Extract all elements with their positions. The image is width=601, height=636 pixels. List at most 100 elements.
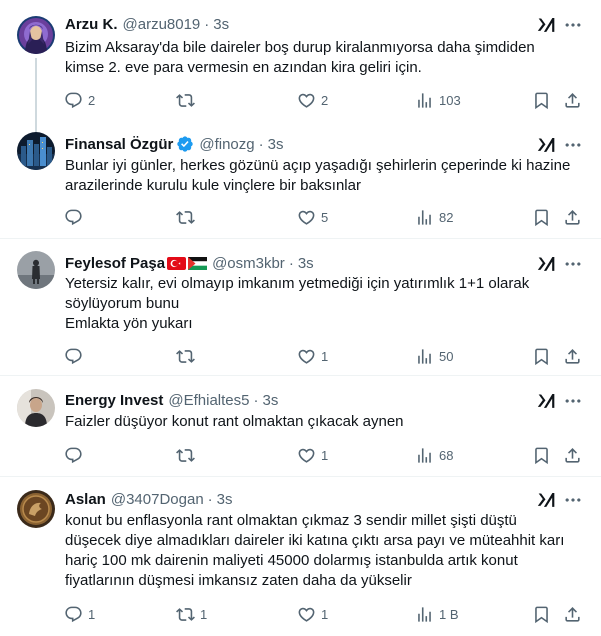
reply-button[interactable]: 2 — [64, 90, 95, 110]
bookmark-button[interactable] — [532, 207, 551, 227]
heart-icon — [297, 347, 316, 366]
reply-icon — [64, 208, 83, 227]
views-button[interactable]: 1 B — [415, 604, 459, 624]
foggy-figure-avatar[interactable] — [17, 251, 55, 289]
person-portrait-avatar[interactable] — [17, 389, 55, 427]
grok-icon[interactable] — [536, 15, 556, 35]
tweet[interactable]: Energy Invest @Efhialtes5 · 3s Faizler d… — [0, 376, 601, 477]
tweet-text: Bizim Aksaray'da bile daireler boş durup… — [65, 38, 585, 78]
views-button[interactable]: 68 — [415, 445, 453, 465]
view-count: 68 — [439, 447, 454, 463]
like-button[interactable]: 1 — [297, 604, 328, 624]
retweet-icon — [176, 208, 195, 227]
tweet-text: Yetersiz kalır, evi olmayıp imkanım yetm… — [65, 274, 585, 334]
tweet[interactable]: Finansal Özgür @finozg · 3s Bunlar iyi g… — [0, 122, 601, 239]
grok-icon[interactable] — [536, 254, 556, 274]
tweet-actions: 1 68 — [64, 445, 584, 465]
timestamp[interactable]: 3s — [213, 16, 229, 33]
like-count: 1 — [321, 606, 329, 622]
author-name[interactable]: Feylesof Paşa — [65, 255, 165, 272]
more-options-icon[interactable] — [563, 135, 583, 155]
author-handle[interactable]: @finozg — [199, 136, 254, 153]
retweet-icon — [176, 605, 195, 624]
mystic-woman-avatar[interactable] — [17, 16, 55, 54]
views-chart-icon — [415, 208, 434, 227]
share-button[interactable] — [563, 445, 582, 465]
tweet-text-line: arazilerinde kurulu kule vinçlere bir ba… — [65, 177, 361, 194]
tweet-text: Faizler düşüyor konut rant olmaktan çıka… — [65, 412, 585, 432]
separator-dot: · — [258, 135, 264, 153]
retweet-button[interactable] — [176, 207, 200, 227]
tweet[interactable]: Aslan @3407Dogan · 3s konut bu enflasyon… — [0, 477, 601, 636]
coin-emblem-avatar[interactable] — [17, 490, 55, 528]
views-button[interactable]: 50 — [415, 346, 453, 366]
tweet-actions: 2 2 103 — [64, 90, 584, 110]
more-options-icon[interactable] — [563, 391, 583, 411]
reply-button[interactable] — [64, 445, 88, 465]
author-name[interactable]: Arzu K. — [65, 16, 118, 33]
share-button[interactable] — [563, 346, 582, 366]
retweet-button[interactable] — [176, 346, 200, 366]
bookmark-button[interactable] — [532, 346, 551, 366]
author-name[interactable]: Aslan — [65, 491, 106, 508]
retweet-button[interactable] — [176, 445, 200, 465]
timestamp[interactable]: 3s — [268, 136, 284, 153]
author-handle[interactable]: @3407Dogan — [111, 491, 204, 508]
tweet-actions: 1 1 1 1 B — [64, 604, 584, 624]
city-night-avatar[interactable] — [17, 132, 55, 170]
tweet-text-line: hariç 100 mk dairenin maliyeti 45000 dol… — [65, 552, 518, 569]
timestamp[interactable]: 3s — [262, 392, 278, 409]
more-options-icon[interactable] — [563, 254, 583, 274]
tweet-text: konut bu enflasyonla rant olmaktan çıkma… — [65, 511, 585, 591]
tweet-text-line: söylüyorum bunu — [65, 295, 180, 312]
views-button[interactable]: 82 — [415, 207, 453, 227]
share-icon — [563, 446, 582, 465]
retweet-button[interactable] — [176, 90, 200, 110]
tweet[interactable]: Feylesof Paşa @osm3kbr · 3s Yetersiz kal… — [0, 239, 601, 376]
verified-badge-icon — [176, 135, 194, 153]
tweet-text-line: Bunlar iyi günler, herkes gözünü açıp ya… — [65, 157, 571, 174]
retweet-icon — [176, 91, 195, 110]
like-count: 1 — [321, 447, 329, 463]
grok-icon[interactable] — [536, 490, 556, 510]
bookmark-button[interactable] — [532, 445, 551, 465]
retweet-count: 1 — [200, 606, 208, 622]
grok-icon[interactable] — [536, 135, 556, 155]
share-button[interactable] — [563, 604, 582, 624]
author-name[interactable]: Finansal Özgür — [65, 136, 173, 153]
bookmark-button[interactable] — [532, 604, 551, 624]
views-chart-icon — [415, 605, 434, 624]
grok-icon[interactable] — [536, 391, 556, 411]
author-handle[interactable]: @arzu8019 — [123, 16, 201, 33]
like-button[interactable]: 1 — [297, 445, 328, 465]
retweet-button[interactable]: 1 — [176, 604, 207, 624]
tweet-text-line: Bizim Aksaray'da bile daireler boş durup… — [65, 39, 535, 56]
tweet-text: Bunlar iyi günler, herkes gözünü açıp ya… — [65, 156, 585, 196]
share-button[interactable] — [563, 90, 582, 110]
author-handle[interactable]: @Efhialtes5 — [168, 392, 249, 409]
reply-button[interactable]: 1 — [64, 604, 95, 624]
bookmark-icon — [532, 91, 551, 110]
like-button[interactable]: 1 — [297, 346, 328, 366]
reply-button[interactable] — [64, 207, 88, 227]
like-button[interactable]: 2 — [297, 90, 328, 110]
like-count: 1 — [321, 348, 329, 364]
reply-button[interactable] — [64, 346, 88, 366]
like-button[interactable]: 5 — [297, 207, 328, 227]
like-count: 2 — [321, 92, 329, 108]
views-button[interactable]: 103 — [415, 90, 461, 110]
timestamp[interactable]: 3s — [298, 255, 314, 272]
tweet-header: Finansal Özgür @finozg · 3s — [65, 134, 283, 154]
author-name[interactable]: Energy Invest — [65, 392, 163, 409]
bookmark-button[interactable] — [532, 90, 551, 110]
share-icon — [563, 347, 582, 366]
reply-count: 1 — [88, 606, 96, 622]
timestamp[interactable]: 3s — [217, 491, 233, 508]
more-options-icon[interactable] — [563, 15, 583, 35]
reply-icon — [64, 446, 83, 465]
author-handle[interactable]: @osm3kbr — [212, 255, 285, 272]
tweet-text-line: kimse 2. eve para vermesin en azından ki… — [65, 59, 422, 76]
more-options-icon[interactable] — [563, 490, 583, 510]
tweet[interactable]: Arzu K. @arzu8019 · 3s Bizim Aksaray'da … — [0, 0, 601, 122]
share-button[interactable] — [563, 207, 582, 227]
